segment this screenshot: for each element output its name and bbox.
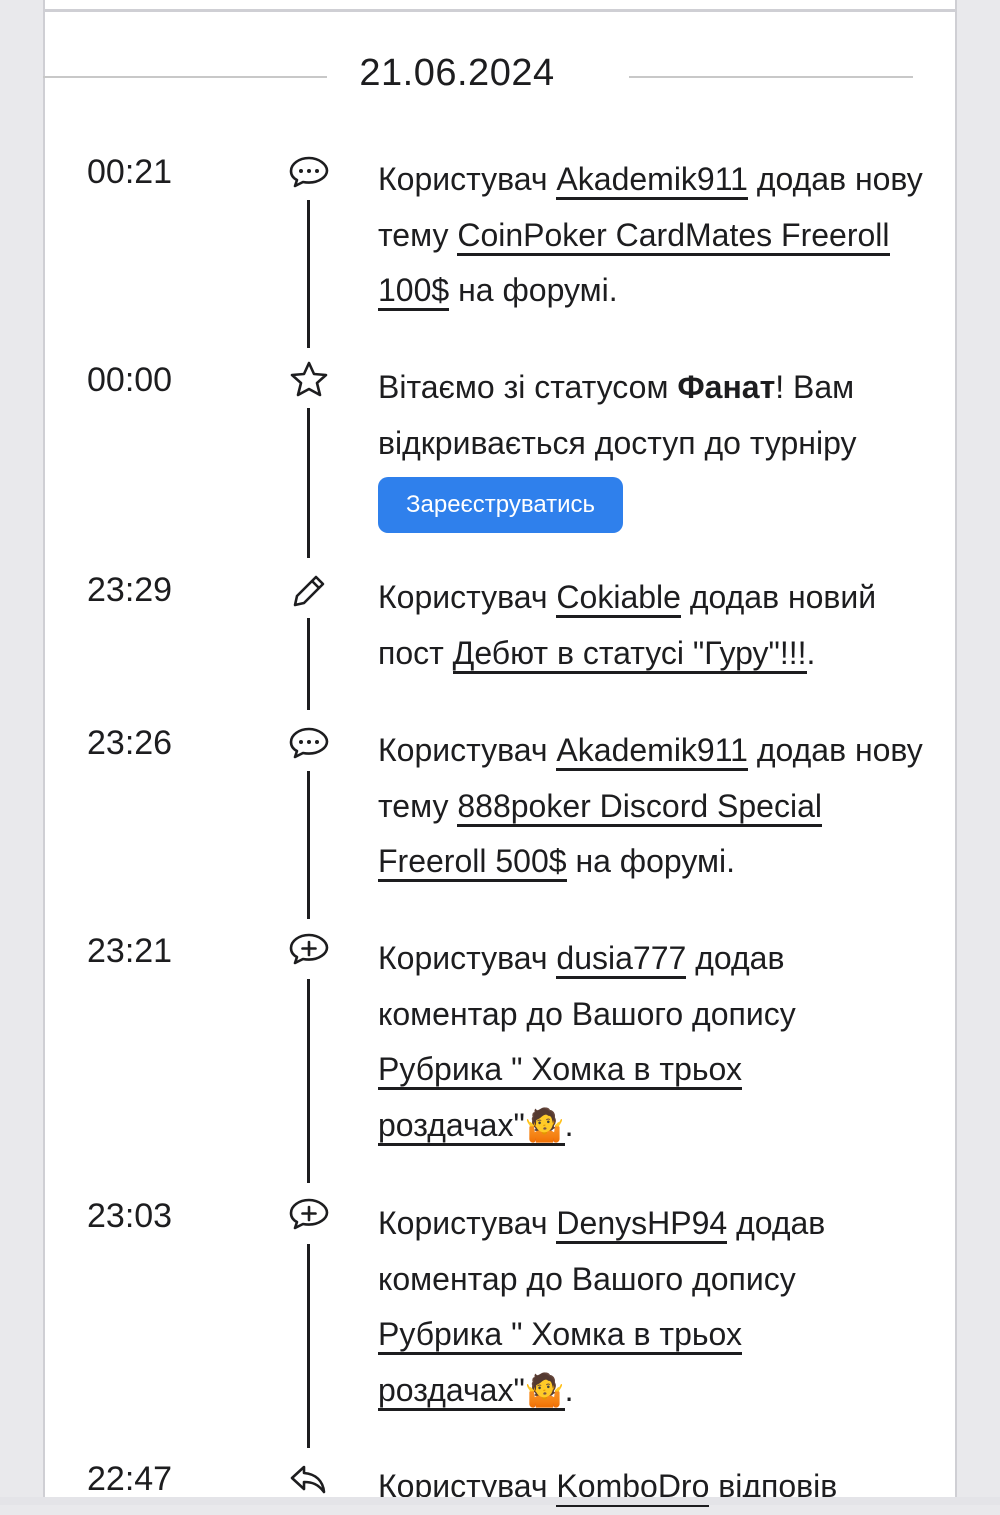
panel-top-border <box>45 9 955 12</box>
comment-dots-icon <box>286 723 332 763</box>
timeline-line <box>307 408 310 558</box>
entry-text-fragment: на форумі. <box>449 272 618 308</box>
timeline-line <box>307 1244 310 1448</box>
entry-text-fragment: . <box>564 1106 574 1143</box>
entry-text-fragment: Користувач <box>378 940 557 976</box>
reply-icon <box>286 1459 332 1499</box>
comment-dots-icon <box>286 152 332 192</box>
comment-plus-icon <box>286 931 332 971</box>
entry-text-fragment: . <box>564 1371 574 1408</box>
date-separator: 21.06.2024 <box>43 52 913 102</box>
entry-text-fragment: Вітаємо зі статусом <box>378 369 678 405</box>
entry-text-fragment: Користувач <box>378 579 557 615</box>
entry-link[interactable]: Рубрика " Хомка в трьох роздачах"🤷 <box>378 1051 742 1146</box>
entry-text: Користувач Akademik911 додав нову тему C… <box>378 152 923 319</box>
date-line-right <box>629 76 913 78</box>
entry-text-fragment: . <box>806 634 816 671</box>
entry-text: Користувач Akademik911 додав нову тему 8… <box>378 723 923 890</box>
entry-link[interactable]: Cokiable <box>556 579 681 618</box>
entry-text-fragment: Користувач <box>378 1205 557 1241</box>
register-button[interactable]: Зареєструватись <box>378 477 624 533</box>
entry-time: 23:21 <box>87 932 173 970</box>
entry-text-fragment: Користувач <box>378 161 557 197</box>
entry-text-fragment: Користувач <box>378 732 557 768</box>
timeline-line <box>307 771 310 919</box>
entry-text: Користувач KomboDro відповів <box>378 1459 923 1515</box>
timeline-line <box>307 979 310 1183</box>
entry-time: 23:03 <box>87 1197 173 1235</box>
entry-time: 00:00 <box>87 361 173 399</box>
entry-link[interactable]: Дебют в статусі "Гуру"!!! <box>452 634 807 674</box>
entry-text: Користувач dusia777 додав коментар до Ва… <box>378 931 923 1153</box>
entry-text: Вітаємо зі статусом Фанат! Вам відкриває… <box>378 360 923 533</box>
star-icon <box>286 360 332 400</box>
date-label: 21.06.2024 <box>359 52 555 94</box>
entry-link[interactable]: dusia777 <box>556 940 687 979</box>
pencil-icon <box>286 570 332 610</box>
entry-time: 00:21 <box>87 153 173 191</box>
bottom-shade <box>0 1497 1000 1505</box>
entry-link[interactable]: DenysHP94 <box>556 1205 728 1244</box>
timeline-line <box>307 200 310 348</box>
entry-time: 23:26 <box>87 724 173 762</box>
comment-plus-icon <box>286 1196 332 1236</box>
entry-link[interactable]: Рубрика " Хомка в трьох роздачах"🤷 <box>378 1316 742 1411</box>
entry-time: 23:29 <box>87 571 173 609</box>
entry-text: Користувач Cokiable додав новий пост Деб… <box>378 570 923 681</box>
timeline-line <box>307 618 310 710</box>
entry-link[interactable]: Akademik911 <box>556 161 748 200</box>
entry-text: Користувач DenysHP94 додав коментар до В… <box>378 1196 923 1418</box>
status-name: Фанат <box>677 369 776 405</box>
entry-time: 22:47 <box>87 1460 173 1498</box>
entry-text-fragment: на форумі. <box>566 843 735 879</box>
entry-link[interactable]: Akademik911 <box>556 732 748 771</box>
